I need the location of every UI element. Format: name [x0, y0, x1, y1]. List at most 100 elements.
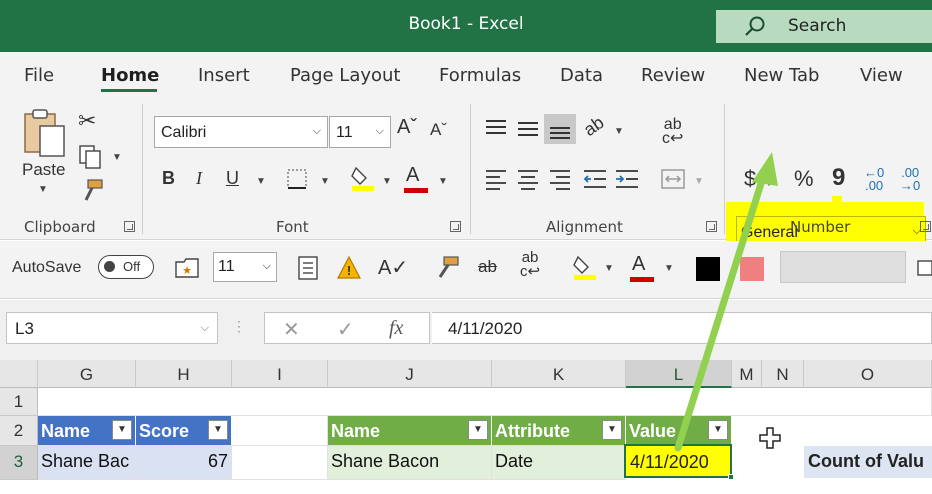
camera-icon[interactable]: [916, 255, 932, 281]
table-cell[interactable]: Date: [492, 446, 626, 480]
enter-icon[interactable]: ✓: [337, 317, 354, 342]
empty-cell[interactable]: [232, 446, 328, 480]
copy-icon[interactable]: [78, 144, 104, 170]
filter-dropdown-icon[interactable]: ▼: [208, 420, 228, 440]
favorite-folder-icon[interactable]: ★: [174, 255, 200, 281]
cancel-icon[interactable]: ✕: [283, 317, 300, 342]
orientation-dropdown-icon[interactable]: ▼: [614, 126, 624, 137]
paste-icon[interactable]: [22, 108, 68, 158]
align-left-icon[interactable]: [484, 168, 508, 190]
pink-swatch[interactable]: [740, 257, 764, 281]
decrease-indent-icon[interactable]: [582, 168, 608, 190]
bold-icon[interactable]: B: [162, 168, 175, 189]
table-header-cell[interactable]: Score ▼: [136, 416, 232, 446]
alignment-launcher-icon[interactable]: [706, 221, 717, 232]
table-header-cell[interactable]: Name ▼: [38, 416, 136, 446]
tab-insert[interactable]: Insert: [198, 65, 250, 86]
underline-icon[interactable]: U: [226, 168, 239, 189]
increase-decimal-icon[interactable]: ←0.00: [864, 166, 884, 192]
fill-color-qat-icon[interactable]: [572, 253, 598, 281]
formula-input[interactable]: 4/11/2020: [432, 312, 932, 344]
tab-review[interactable]: Review: [641, 65, 705, 86]
format-painter-qat-icon[interactable]: [434, 255, 460, 281]
column-header-i[interactable]: I: [232, 360, 328, 388]
filter-dropdown-icon[interactable]: ▼: [112, 420, 132, 440]
paste-dropdown-icon[interactable]: ▼: [38, 184, 48, 195]
pivot-header-cell[interactable]: Count of Valu: [804, 446, 932, 478]
fill-handle[interactable]: [728, 474, 734, 480]
table-header-cell[interactable]: Value ▼: [626, 416, 732, 446]
active-cell-l3[interactable]: 4/11/2020: [624, 444, 734, 480]
row-header-2[interactable]: 2: [0, 416, 38, 446]
column-header-j[interactable]: J: [328, 360, 492, 388]
column-header-h[interactable]: H: [136, 360, 232, 388]
font-color-qat-icon[interactable]: A: [632, 253, 645, 276]
table-header-cell[interactable]: Attribute ▼: [492, 416, 626, 446]
currency-format-icon[interactable]: $: [744, 166, 756, 192]
drag-handle-icon[interactable]: ⋮: [232, 318, 246, 335]
tab-page-layout[interactable]: Page Layout: [290, 65, 401, 86]
tab-data[interactable]: Data: [560, 65, 603, 86]
middle-align-icon[interactable]: [516, 118, 540, 138]
column-header-l[interactable]: L: [626, 360, 732, 388]
empty-cell[interactable]: [232, 416, 328, 446]
strikethrough-icon[interactable]: ab: [478, 257, 497, 277]
orientation-icon[interactable]: ab: [580, 112, 608, 141]
fill-color-dropdown-icon[interactable]: ▼: [382, 176, 392, 187]
tab-formulas[interactable]: Formulas: [439, 65, 521, 86]
align-center-icon[interactable]: [516, 168, 540, 190]
table-cell[interactable]: 67: [136, 446, 232, 480]
font-color-dropdown-icon[interactable]: ▼: [438, 176, 448, 187]
font-size-select[interactable]: 11 ⌵: [329, 116, 391, 148]
name-box[interactable]: L3 ⌵: [6, 312, 218, 344]
increase-indent-icon[interactable]: [614, 168, 640, 190]
cut-icon[interactable]: ✂: [78, 108, 96, 134]
decrease-font-icon[interactable]: Aˇ: [430, 120, 447, 140]
row-header-3[interactable]: 3: [0, 446, 38, 480]
autosave-toggle[interactable]: Off: [98, 255, 154, 279]
comma-style-icon[interactable]: 9: [832, 164, 845, 192]
column-header-g[interactable]: G: [38, 360, 136, 388]
table-cell[interactable]: Shane Bac: [38, 446, 136, 480]
font-launcher-icon[interactable]: [450, 221, 461, 232]
black-swatch[interactable]: [696, 257, 720, 281]
empty-row[interactable]: [38, 388, 932, 416]
fill-color-qat-dropdown-icon[interactable]: ▼: [604, 263, 614, 274]
paste-label[interactable]: Paste: [22, 160, 65, 180]
table-cell[interactable]: Shane Bacon: [328, 446, 492, 480]
italic-icon[interactable]: I: [196, 168, 202, 189]
check-spelling-icon[interactable]: A✓: [378, 255, 408, 280]
align-right-icon[interactable]: [548, 168, 572, 190]
row-header-1[interactable]: 1: [0, 388, 38, 416]
borders-icon[interactable]: [286, 168, 308, 190]
currency-dropdown-icon[interactable]: ▼: [764, 178, 774, 189]
fill-color-icon[interactable]: [350, 164, 376, 192]
filter-dropdown-icon[interactable]: ▼: [602, 420, 622, 440]
copy-dropdown-icon[interactable]: ▼: [112, 152, 122, 163]
wrap-text-icon[interactable]: ab c↩: [662, 117, 683, 147]
column-header-o[interactable]: O: [804, 360, 932, 388]
table-header-cell[interactable]: Name ▼: [328, 416, 492, 446]
font-color-qat-dropdown-icon[interactable]: ▼: [664, 263, 674, 274]
underline-dropdown-icon[interactable]: ▼: [256, 176, 266, 187]
merge-dropdown-icon[interactable]: ▼: [694, 176, 704, 187]
column-header-m[interactable]: M: [732, 360, 762, 388]
font-color-icon[interactable]: A: [406, 164, 419, 187]
decrease-decimal-icon[interactable]: .00 →0: [900, 166, 920, 192]
wrap-text-qat-icon[interactable]: ab c↩: [520, 250, 540, 279]
merge-center-icon[interactable]: [660, 168, 686, 190]
bottom-align-button[interactable]: [544, 114, 576, 144]
form-icon[interactable]: [296, 255, 320, 281]
format-painter-icon[interactable]: [78, 178, 104, 204]
column-header-k[interactable]: K: [492, 360, 626, 388]
increase-font-icon[interactable]: Aˇ: [397, 116, 417, 139]
insert-function-icon[interactable]: fx: [389, 317, 403, 340]
percent-format-icon[interactable]: %: [794, 166, 814, 192]
warning-icon[interactable]: !: [336, 255, 362, 281]
tab-file[interactable]: File: [24, 65, 54, 86]
tab-new-tab[interactable]: New Tab: [744, 65, 819, 86]
search-box[interactable]: Search: [716, 10, 932, 43]
tab-view[interactable]: View: [860, 65, 903, 86]
top-align-icon[interactable]: [484, 118, 508, 138]
column-header-n[interactable]: N: [762, 360, 804, 388]
